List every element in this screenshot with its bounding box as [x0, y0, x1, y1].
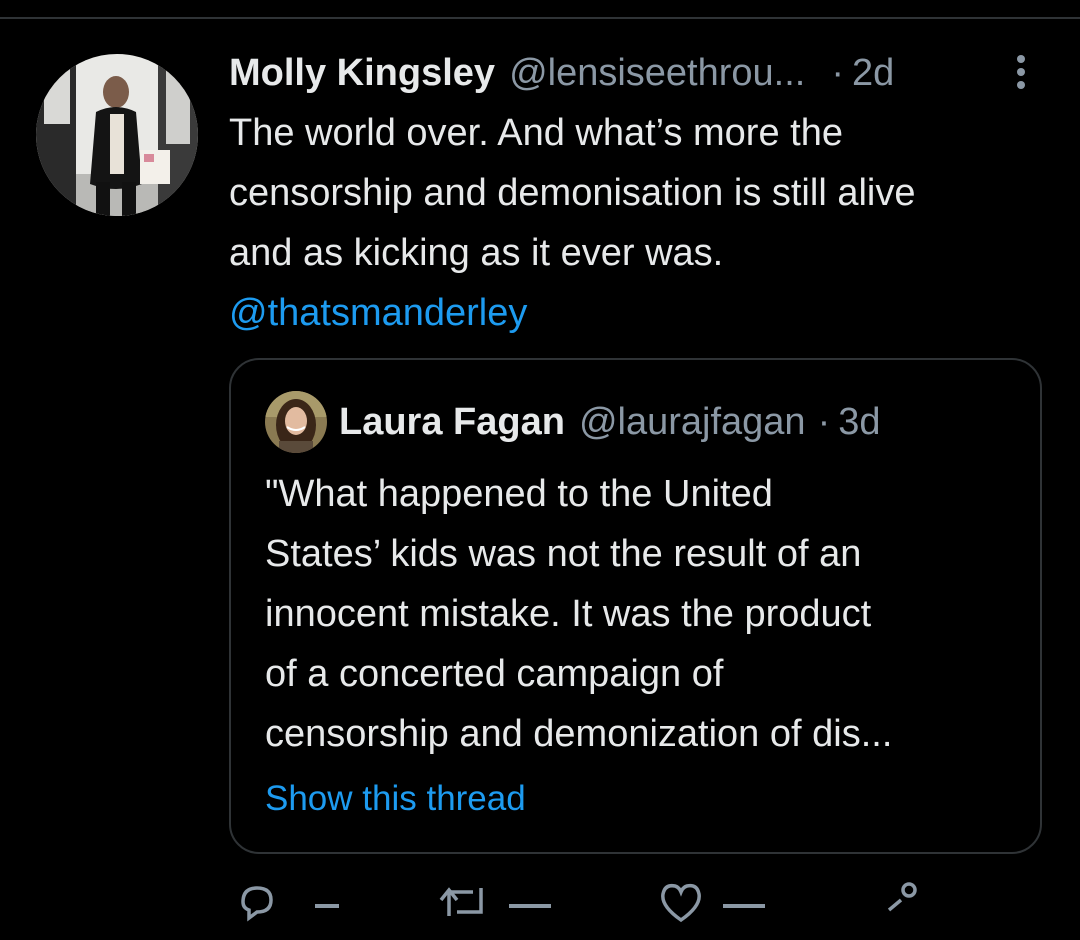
reply-icon — [241, 886, 273, 922]
tweet-action-bar — [229, 880, 929, 923]
tweet-text-line: and as kicking as it ever was. — [229, 232, 724, 274]
like-count-glyph — [723, 904, 765, 908]
tweet-text-line: censorship and demonisation is still ali… — [229, 172, 916, 214]
quoted-author-avatar-image — [265, 391, 327, 453]
tweet-header: Molly Kingsley @lensiseethrou... · 2d — [229, 48, 894, 98]
tweet-timestamp[interactable]: 2d — [852, 48, 894, 98]
retweet-icon — [439, 887, 483, 916]
quoted-tweet-text: "What happened to the United States’ kid… — [265, 464, 1025, 764]
retweet-count-glyph — [509, 904, 551, 908]
retweet-button[interactable] — [439, 880, 551, 940]
reply-button[interactable] — [235, 880, 339, 940]
show-thread-link[interactable]: Show this thread — [265, 774, 526, 824]
tweet-text-line: The world over. And what’s more the — [229, 112, 843, 154]
quoted-author-handle[interactable]: @laurajfagan — [579, 397, 806, 447]
author-handle[interactable]: @lensiseethrou... — [509, 48, 805, 98]
author-avatar[interactable] — [36, 54, 198, 216]
author-name[interactable]: Molly Kingsley — [229, 48, 495, 98]
tweet-text: The world over. And what’s more the cens… — [229, 103, 1059, 343]
author-avatar-image — [36, 54, 198, 216]
quoted-text-line: of a concerted campaign of — [265, 653, 724, 695]
more-options-icon[interactable] — [1008, 52, 1034, 92]
quoted-text-line: "What happened to the United — [265, 473, 773, 515]
mention-link[interactable]: @thatsmanderley — [229, 283, 1059, 343]
like-button[interactable] — [657, 880, 765, 940]
quoted-tweet-card[interactable]: Laura Fagan @laurajfagan · 3d "What happ… — [229, 358, 1042, 854]
share-button[interactable] — [879, 880, 923, 940]
share-icon — [887, 882, 917, 912]
heart-icon — [661, 883, 701, 923]
quoted-tweet-header: Laura Fagan @laurajfagan · 3d — [339, 397, 881, 447]
quoted-text-line: innocent mistake. It was the product — [265, 593, 872, 635]
quoted-text-line: censorship and demonization of dis... — [265, 713, 893, 755]
top-divider — [0, 17, 1080, 19]
quoted-text-line: States’ kids was not the result of an — [265, 533, 862, 575]
reply-count-glyph — [315, 904, 339, 908]
separator-dot: · — [817, 401, 831, 443]
separator-dot: · — [831, 52, 844, 94]
quoted-tweet-timestamp[interactable]: 3d — [838, 397, 880, 447]
quoted-author-name[interactable]: Laura Fagan — [339, 397, 565, 447]
quoted-author-avatar[interactable] — [265, 391, 327, 453]
